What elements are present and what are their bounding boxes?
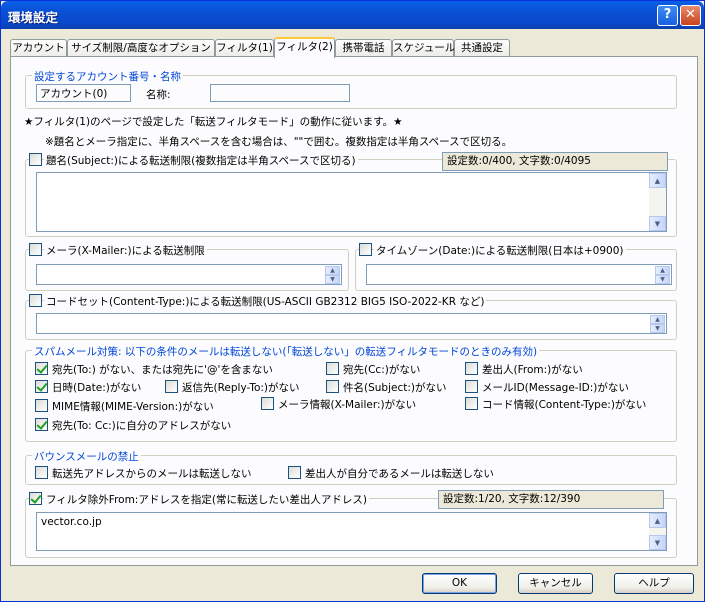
spam-label-contenttype: コード情報(Content-Type:)がない <box>482 399 647 411</box>
spam-label-messageid: メールID(Message-ID:)がない <box>482 382 629 394</box>
timezone-label: タイムゾーン(Date:)による転送制限(日本は+0900) <box>374 243 626 258</box>
account-group-label: 設定するアカウント番号・名称 <box>32 69 183 84</box>
close-button[interactable]: ✕ <box>680 5 701 26</box>
exclude-count: 設定数:1/20, 文字数:12/390 <box>438 490 664 509</box>
spin-down-icon[interactable]: ▼ <box>325 275 340 284</box>
spin-down-icon[interactable]: ▼ <box>650 324 665 333</box>
bounce-label-forward: 転送先アドレスからのメールは転送しない <box>52 468 252 480</box>
spam-checkbox-to[interactable] <box>35 362 48 375</box>
spam-checkbox-contenttype[interactable] <box>465 397 478 410</box>
spam-checkbox-self[interactable] <box>35 418 48 431</box>
spam-group: スパムメール対策: 以下の条件のメールは転送しない(「転送しない」の転送フィルタ… <box>25 344 677 442</box>
tab-filter1[interactable]: フィルタ(1) <box>215 39 274 57</box>
spam-label-subject: 件名(Subject:)がない <box>343 382 447 394</box>
spin-up-icon[interactable]: ▲ <box>655 266 670 275</box>
spin-down-icon[interactable]: ▼ <box>655 275 670 284</box>
bounce-checkbox-self[interactable] <box>288 466 301 479</box>
timezone-group: タイムゾーン(Date:)による転送制限(日本は+0900) ▲ ▼ <box>355 243 677 291</box>
spam-checkbox-subject[interactable] <box>326 380 339 393</box>
codeset-group: コードセット(Content-Type:)による転送制限(US-ASCII GB… <box>25 294 677 340</box>
account-name-field <box>210 84 350 102</box>
scroll-up-icon[interactable]: ▲ <box>649 513 666 528</box>
scroll-down-icon[interactable]: ▼ <box>649 535 666 550</box>
tab-schedule[interactable]: スケジュール <box>392 39 455 57</box>
tab-account[interactable]: アカウント <box>10 39 67 57</box>
window-title: 環境設定 <box>8 10 59 25</box>
timezone-input[interactable]: ▲ ▼ <box>366 264 672 285</box>
tab-size-limit[interactable]: サイズ制限/高度なオプション <box>67 39 215 57</box>
subject-group: 題名(Subject:)による転送制限(複数指定は半角スペースで区切る) 設定数… <box>25 152 677 237</box>
subject-checkbox[interactable] <box>29 153 42 166</box>
codeset-checkbox[interactable] <box>29 294 42 307</box>
subject-label: 題名(Subject:)による転送制限(複数指定は半角スペースで区切る) <box>44 153 358 168</box>
settings-window: 環境設定 ? ✕ アカウント サイズ制限/高度なオプション フィルタ(1) フィ… <box>0 0 705 602</box>
exclude-text: vector.co.jp <box>41 516 102 528</box>
title-bar[interactable]: 環境設定 ? ✕ <box>1 1 704 29</box>
scroll-up-icon[interactable]: ▲ <box>649 173 666 188</box>
note-filter-mode: ★フィルタ(1)のページで設定した「転送フィルタモード」の動作に従います。★ <box>24 116 403 128</box>
note-quoting: ※題名とメーラ指定に、半角スペースを含む場合は、""で囲む。複数指定は半角スペー… <box>45 136 513 148</box>
mailer-label: メーラ(X-Mailer:)による転送制限 <box>44 243 207 258</box>
subject-count: 設定数:0/400, 文字数:0/4095 <box>442 152 668 171</box>
account-number: アカウント(0) <box>36 84 131 102</box>
exclude-checkbox[interactable] <box>29 492 42 505</box>
bounce-checkbox-forward[interactable] <box>35 466 48 479</box>
codeset-label: コードセット(Content-Type:)による転送制限(US-ASCII GB… <box>44 294 487 309</box>
spam-checkbox-mime[interactable] <box>35 399 48 412</box>
bounce-label-self: 差出人が自分であるメールは転送しない <box>305 468 494 480</box>
tab-panel-filter2: 設定するアカウント番号・名称 アカウント(0) 名称: ★フィルタ(1)のページ… <box>10 56 698 566</box>
spin-up-icon[interactable]: ▲ <box>650 315 665 324</box>
spam-checkbox-from[interactable] <box>465 362 478 375</box>
help-title-button[interactable]: ? <box>657 5 678 26</box>
timezone-checkbox[interactable] <box>359 243 372 256</box>
spam-checkbox-replyto[interactable] <box>165 380 178 393</box>
mailer-group: メーラ(X-Mailer:)による転送制限 ▲ ▼ <box>25 243 349 291</box>
spam-checkbox-messageid[interactable] <box>465 380 478 393</box>
spam-label-date: 日時(Date:)がない <box>52 382 142 394</box>
account-group: 設定するアカウント番号・名称 アカウント(0) 名称: <box>25 69 677 109</box>
tab-strip: アカウント サイズ制限/高度なオプション フィルタ(1) フィルタ(2) 携帯電… <box>10 37 698 58</box>
spin-up-icon[interactable]: ▲ <box>325 266 340 275</box>
ok-button[interactable]: OK <box>422 573 497 594</box>
spam-group-label: スパムメール対策: 以下の条件のメールは転送しない(「転送しない」の転送フィルタ… <box>32 344 540 359</box>
account-name-label: 名称: <box>146 89 171 101</box>
spam-checkbox-date[interactable] <box>35 380 48 393</box>
spam-label-cc: 宛先(Cc:)がない <box>343 364 421 376</box>
bounce-group-label: バウンスメールの禁止 <box>32 449 141 464</box>
exclude-textarea[interactable]: vector.co.jp ▲ ▼ <box>36 512 667 551</box>
exclude-scrollbar[interactable]: ▲ ▼ <box>649 513 666 550</box>
spam-label-mime: MIME情報(MIME-Version:)がない <box>52 401 214 413</box>
spam-checkbox-cc[interactable] <box>326 362 339 375</box>
exclude-label: フィルタ除外From:アドレスを指定(常に転送したい差出人アドレス) <box>44 492 370 507</box>
help-button[interactable]: ヘルプ <box>614 573 694 594</box>
codeset-input[interactable]: ▲ ▼ <box>36 313 667 334</box>
mailer-checkbox[interactable] <box>29 243 42 256</box>
spam-label-to: 宛先(To:) がない、または宛先に'@'を含まない <box>52 364 273 376</box>
scroll-down-icon[interactable]: ▼ <box>649 216 666 231</box>
cancel-button[interactable]: キャンセル <box>518 573 593 594</box>
spam-label-xmailer: メーラ情報(X-Mailer:)がない <box>278 399 417 411</box>
spam-label-replyto: 返信先(Reply-To:)がない <box>182 382 300 394</box>
tab-common[interactable]: 共通設定 <box>454 39 510 57</box>
subject-scrollbar[interactable]: ▲ ▼ <box>649 173 666 231</box>
tab-mobile[interactable]: 携帯電話 <box>335 39 392 57</box>
bounce-group: バウンスメールの禁止 転送先アドレスからのメールは転送しない 差出人が自分である… <box>25 449 677 485</box>
subject-textarea[interactable]: ▲ ▼ <box>36 172 667 232</box>
spam-label-self: 宛先(To: Cc:)に自分のアドレスがない <box>52 420 232 432</box>
spam-label-from: 差出人(From:)がない <box>482 364 583 376</box>
spam-checkbox-xmailer[interactable] <box>261 397 274 410</box>
exclude-group: フィルタ除外From:アドレスを指定(常に転送したい差出人アドレス) 設定数:1… <box>25 490 677 558</box>
mailer-input[interactable]: ▲ ▼ <box>36 264 342 285</box>
tab-filter2[interactable]: フィルタ(2) <box>274 37 335 58</box>
